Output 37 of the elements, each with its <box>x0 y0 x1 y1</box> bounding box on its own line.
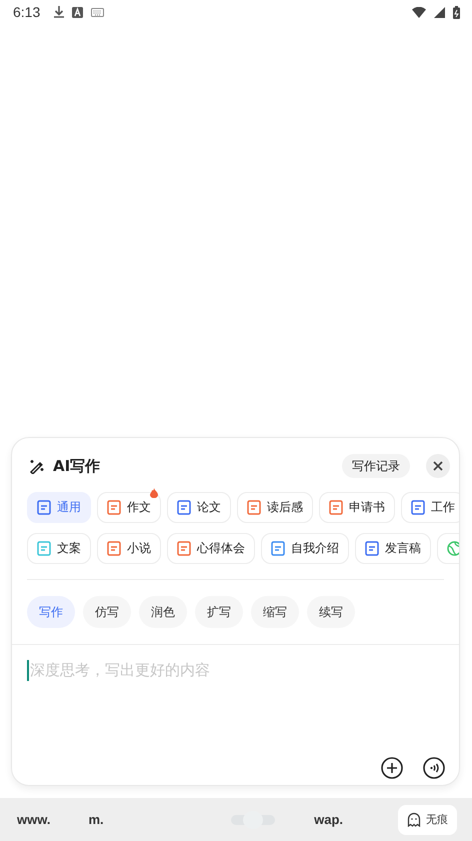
signal-icon <box>434 6 445 18</box>
history-button[interactable]: 写作记录 <box>342 454 410 478</box>
add-button[interactable] <box>380 756 404 780</box>
category-chip[interactable]: 论文 <box>167 492 231 523</box>
voice-icon <box>423 757 445 779</box>
mode-tab[interactable]: 仿写 <box>83 596 131 628</box>
private-mode-button[interactable]: 无痕 <box>398 804 458 834</box>
category-chip[interactable]: 发言稿 <box>355 533 431 564</box>
panel-title: AI写作 <box>53 456 100 476</box>
mode-tab[interactable]: 缩写 <box>251 596 299 628</box>
shortcut-button[interactable]: www. <box>17 812 50 827</box>
category-chip[interactable]: 工作 <box>401 492 459 523</box>
plus-icon <box>381 757 403 779</box>
category-chip[interactable]: 心得体会 <box>167 533 255 564</box>
download-icon <box>54 6 64 18</box>
wifi-icon <box>412 6 426 18</box>
magic-pen-icon <box>29 458 45 474</box>
category-chip[interactable]: 自我介绍 <box>261 533 349 564</box>
shortcut-button[interactable]: wap. <box>314 812 344 827</box>
app-icon <box>72 6 84 18</box>
category-chip[interactable]: 小说 <box>97 533 161 564</box>
shortcut-button[interactable]: m. <box>88 812 104 827</box>
category-chip[interactable]: 申请书 <box>319 492 395 523</box>
keyboard-icon <box>91 8 104 16</box>
mode-tab[interactable]: 润色 <box>139 596 187 628</box>
mode-tab[interactable]: 写作 <box>27 596 75 628</box>
close-button[interactable] <box>426 454 450 478</box>
battery-icon <box>453 6 460 18</box>
ghost-icon <box>407 812 422 827</box>
mode-tab[interactable]: 扩写 <box>195 596 243 628</box>
close-icon <box>433 461 443 471</box>
category-chip[interactable]: 读后感 <box>237 492 313 523</box>
mode-tab[interactable]: 续写 <box>307 596 355 628</box>
status-time: 6:13 <box>13 4 40 20</box>
category-chip[interactable]: 通用 <box>27 492 91 523</box>
category-chip[interactable]: 文案 <box>27 533 91 564</box>
voice-button[interactable] <box>422 756 446 780</box>
